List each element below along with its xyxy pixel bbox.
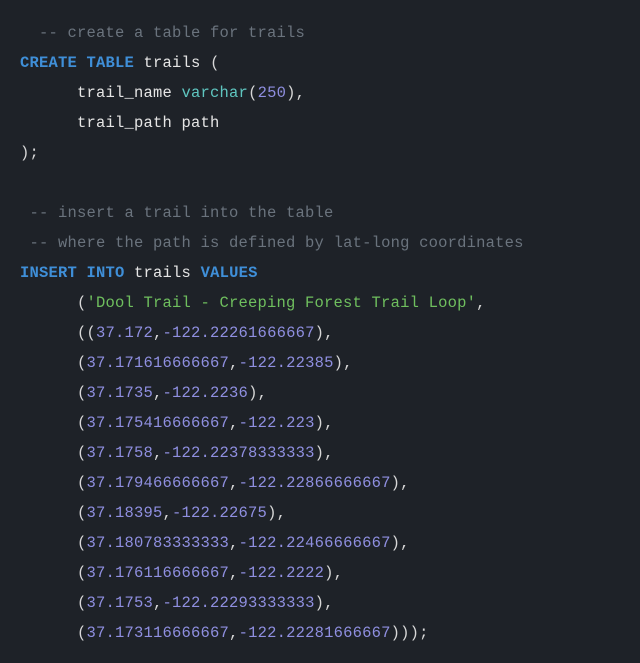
token-punct: ,: [153, 594, 163, 612]
token-number: -122.22261666667: [163, 324, 315, 342]
token-punct: (: [20, 384, 87, 402]
token-punct: (: [20, 504, 87, 522]
token-punct: (: [20, 474, 87, 492]
token-punct: ),: [248, 384, 267, 402]
token-punct: ,: [229, 624, 239, 642]
token-punct: [20, 234, 30, 252]
token-punct: )));: [391, 624, 429, 642]
token-ident: trail_name: [77, 84, 172, 102]
token-punct: (: [20, 534, 87, 552]
token-punct: [191, 264, 201, 282]
token-punct: ),: [391, 474, 410, 492]
token-number: -122.22378333333: [163, 444, 315, 462]
token-number: 37.171616666667: [87, 354, 230, 372]
token-punct: [172, 114, 182, 132]
token-punct: ),: [391, 534, 410, 552]
token-punct: ),: [315, 324, 334, 342]
token-number: -122.2222: [239, 564, 325, 582]
token-ident: path: [182, 114, 220, 132]
token-number: 37.1758: [87, 444, 154, 462]
token-punct: ,: [153, 384, 163, 402]
token-string: 'Dool Trail - Creeping Forest Trail Loop…: [87, 294, 477, 312]
token-punct: [172, 84, 182, 102]
token-punct: ),: [315, 414, 334, 432]
token-ident: trails: [134, 264, 191, 282]
token-punct: ,: [153, 324, 163, 342]
token-number: 37.175416666667: [87, 414, 230, 432]
token-punct: [134, 54, 144, 72]
token-number: 37.180783333333: [87, 534, 230, 552]
token-number: 37.18395: [87, 504, 163, 522]
token-punct: ),: [267, 504, 286, 522]
token-punct: [20, 84, 77, 102]
token-punct: (: [20, 564, 87, 582]
token-punct: ),: [324, 564, 343, 582]
token-keyword: VALUES: [201, 264, 258, 282]
code-block: -- create a table for trails CREATE TABL…: [0, 0, 640, 663]
token-punct: ),: [286, 84, 305, 102]
token-punct: [20, 24, 39, 42]
token-number: 250: [258, 84, 287, 102]
token-number: 37.1735: [87, 384, 154, 402]
token-punct: (: [248, 84, 258, 102]
token-punct: [125, 264, 135, 282]
token-punct: ,: [229, 414, 239, 432]
token-punct: );: [20, 144, 39, 162]
token-number: -122.223: [239, 414, 315, 432]
token-punct: ((: [20, 324, 96, 342]
token-punct: ,: [153, 444, 163, 462]
token-punct: (: [20, 294, 87, 312]
token-punct: [20, 174, 30, 192]
token-comment: -- where the path is defined by lat-long…: [30, 234, 524, 252]
token-punct: ,: [229, 474, 239, 492]
token-punct: (: [20, 414, 87, 432]
token-punct: ),: [315, 444, 334, 462]
token-punct: [20, 114, 77, 132]
token-punct: (: [20, 624, 87, 642]
token-number: -122.22385: [239, 354, 334, 372]
token-number: 37.173116666667: [87, 624, 230, 642]
token-punct: ,: [229, 354, 239, 372]
token-punct: (: [20, 354, 87, 372]
token-number: -122.22866666667: [239, 474, 391, 492]
token-punct: ,: [476, 294, 486, 312]
token-number: 37.1753: [87, 594, 154, 612]
token-keyword: INSERT INTO: [20, 264, 125, 282]
token-comment: -- insert a trail into the table: [30, 204, 334, 222]
token-number: 37.176116666667: [87, 564, 230, 582]
token-punct: (: [20, 594, 87, 612]
token-punct: (: [20, 444, 87, 462]
token-func: varchar: [182, 84, 249, 102]
token-ident: trail_path: [77, 114, 172, 132]
token-ident: trails: [144, 54, 201, 72]
token-punct: (: [201, 54, 220, 72]
token-number: 37.172: [96, 324, 153, 342]
token-number: -122.22466666667: [239, 534, 391, 552]
token-punct: [20, 204, 30, 222]
token-number: 37.179466666667: [87, 474, 230, 492]
token-punct: ),: [334, 354, 353, 372]
token-number: -122.22675: [172, 504, 267, 522]
token-punct: ,: [229, 564, 239, 582]
token-number: -122.2236: [163, 384, 249, 402]
token-keyword: CREATE TABLE: [20, 54, 134, 72]
token-number: -122.22293333333: [163, 594, 315, 612]
token-comment: -- create a table for trails: [39, 24, 305, 42]
token-punct: ,: [229, 534, 239, 552]
token-punct: ,: [163, 504, 173, 522]
token-number: -122.22281666667: [239, 624, 391, 642]
token-punct: ),: [315, 594, 334, 612]
